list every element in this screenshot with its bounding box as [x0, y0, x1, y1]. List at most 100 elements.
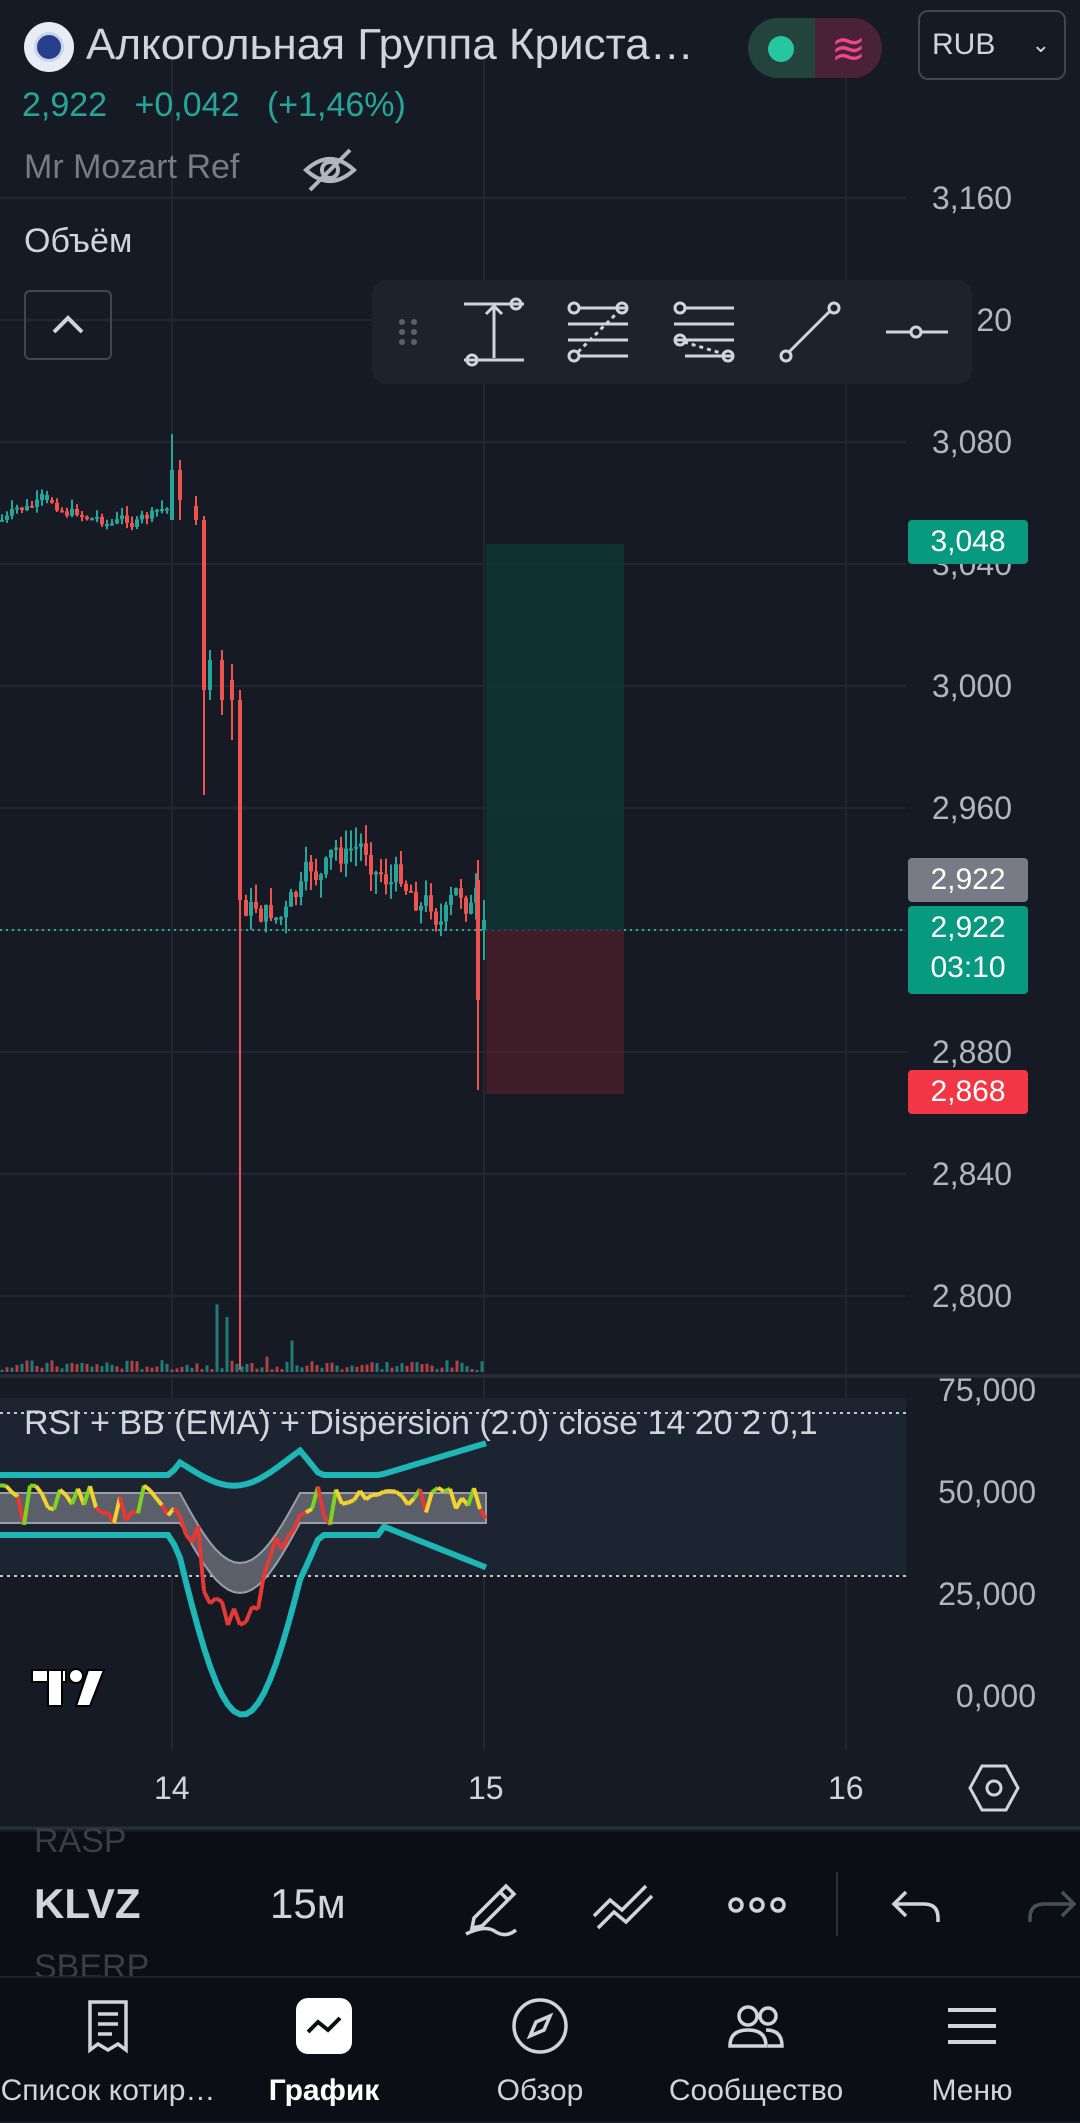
candle-body	[65, 511, 69, 515]
drag-handle-icon[interactable]	[388, 296, 428, 368]
company-logo-icon	[24, 22, 74, 72]
volume-bar	[156, 1366, 159, 1372]
candle-body	[110, 523, 114, 525]
horizontal-ray-icon[interactable]	[880, 296, 952, 368]
volume-bar	[91, 1367, 94, 1372]
tradingview-logo-icon	[30, 1662, 120, 1712]
candle-body	[178, 470, 182, 500]
volume-bar	[356, 1367, 359, 1372]
candle-body	[238, 700, 242, 900]
volume-bar	[331, 1363, 334, 1372]
fib-retracement-icon[interactable]	[562, 296, 634, 368]
nav-community[interactable]: Сообщество	[648, 1978, 864, 2123]
chart-settings-icon[interactable]	[968, 1762, 1020, 1814]
rsi-segment	[300, 1512, 306, 1514]
market-open-dot-icon	[768, 36, 794, 62]
volume-bar	[336, 1365, 339, 1372]
candle-body	[15, 508, 19, 510]
more-icon[interactable]	[722, 1870, 792, 1940]
volume-bar	[286, 1362, 289, 1372]
candle-body	[419, 906, 423, 910]
candle-body	[55, 503, 59, 511]
price-change-pct: (+1,46%)	[267, 86, 406, 124]
candle-body	[202, 520, 206, 690]
candle-body	[230, 680, 234, 700]
currency-select[interactable]: RUB ⌄	[918, 10, 1066, 80]
nav-chart[interactable]: График	[216, 1978, 432, 2123]
candle-body	[170, 470, 174, 520]
volume-bar	[401, 1363, 404, 1372]
market-status-toggle[interactable]: ≋	[748, 18, 882, 78]
rsi-axis-label: 25,000	[938, 1576, 1036, 1613]
nav-overview[interactable]: Обзор	[432, 1978, 648, 2123]
eye-hidden-icon[interactable]	[300, 140, 360, 200]
candle-body	[35, 500, 39, 507]
volume-bar	[96, 1364, 99, 1372]
symbol-title[interactable]: Алкогольная Группа Криста…	[86, 20, 726, 70]
time-axis-label: 16	[828, 1770, 864, 1807]
volume-bar	[461, 1363, 464, 1372]
volume-bar	[226, 1317, 229, 1372]
volume-bar	[436, 1369, 439, 1372]
candle-body	[444, 905, 448, 922]
candle-body	[208, 660, 212, 690]
volume-bar	[11, 1368, 14, 1372]
candle-body	[482, 920, 486, 930]
candle-body	[145, 515, 149, 519]
volume-bar	[276, 1367, 279, 1372]
ruler-icon[interactable]	[458, 296, 530, 368]
price-axis-label: 2,880	[932, 1034, 1012, 1071]
volume-bar	[1, 1370, 4, 1372]
volume-bar	[231, 1361, 234, 1372]
candle-body	[254, 902, 258, 908]
candle-body	[244, 900, 248, 916]
indicator-legend[interactable]: Mr Mozart Ref	[24, 148, 239, 187]
target-price-tag: 3,048	[908, 520, 1028, 564]
redo-icon[interactable]	[1016, 1870, 1080, 1940]
volume-bar	[201, 1369, 204, 1372]
nav-menu[interactable]: Меню	[864, 1978, 1080, 2123]
candle-body	[309, 862, 313, 872]
volume-bar	[381, 1369, 384, 1372]
candle-body	[20, 508, 24, 511]
volume-bar	[51, 1360, 54, 1372]
candle-body	[279, 917, 283, 919]
volume-bar	[256, 1369, 259, 1372]
candle-body	[274, 918, 278, 920]
volume-legend[interactable]: Объём	[24, 222, 132, 261]
stop-price-tag: 2,868	[908, 1070, 1028, 1114]
volume-bar	[141, 1369, 144, 1372]
fib-extension-icon[interactable]	[668, 296, 740, 368]
volume-bar	[71, 1363, 74, 1372]
volume-bar	[406, 1366, 409, 1372]
candle-body	[374, 872, 378, 874]
candle-body	[354, 847, 358, 849]
timeframe-button[interactable]: 15м	[270, 1880, 346, 1928]
indicators-icon[interactable]	[588, 1870, 658, 1940]
volume-bar	[131, 1361, 134, 1372]
candle-body	[150, 511, 154, 519]
collapse-legend-button[interactable]	[24, 290, 112, 360]
candle-body	[389, 882, 393, 884]
volume-bar	[246, 1364, 249, 1372]
nav-watchlist[interactable]: Список котир…	[0, 1978, 216, 2123]
bottom-navigation: Список котир… График Обзор Сообщество Ме…	[0, 1976, 1080, 2121]
volume-bar	[396, 1366, 399, 1372]
volume-bar	[31, 1361, 34, 1372]
undo-icon[interactable]	[882, 1870, 952, 1940]
rsi-legend[interactable]: RSI + BB (EMA) + Dispersion (2.0) close …	[24, 1404, 818, 1443]
candle-body	[0, 520, 4, 522]
volume-bar	[126, 1361, 129, 1372]
volume-bar	[66, 1364, 69, 1372]
pen-draw-icon[interactable]	[456, 1870, 526, 1940]
trend-line-icon[interactable]	[774, 296, 846, 368]
drawing-toolbar	[372, 280, 972, 384]
price-axis-label: 3,080	[932, 424, 1012, 461]
toolbar-divider	[836, 1872, 838, 1936]
volume-bar	[341, 1369, 344, 1372]
symbol-button[interactable]: KLVZ	[34, 1880, 141, 1928]
volume-bar	[351, 1365, 354, 1372]
candle-body	[299, 881, 303, 897]
prev-symbol[interactable]: RASP	[34, 1822, 127, 1861]
nav-label: Сообщество	[648, 2074, 864, 2108]
